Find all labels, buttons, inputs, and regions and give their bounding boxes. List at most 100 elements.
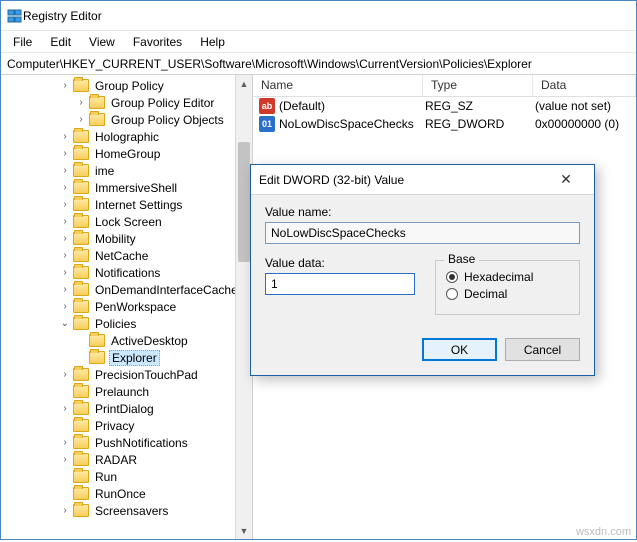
chevron-right-icon[interactable]: ›	[59, 148, 71, 160]
dialog-buttons: OK Cancel	[251, 338, 594, 375]
tree-item[interactable]: ›Group Policy Editor	[9, 94, 252, 111]
tree-item[interactable]: Privacy	[9, 417, 252, 434]
tree-item[interactable]: ›Notifications	[9, 264, 252, 281]
tree-item[interactable]: RunOnce	[9, 485, 252, 502]
base-fieldset: Base Hexadecimal Decimal	[435, 260, 580, 315]
chevron-right-icon[interactable]: ›	[59, 267, 71, 279]
tree-item[interactable]: ›Lock Screen	[9, 213, 252, 230]
chevron-right-icon[interactable]: ›	[59, 233, 71, 245]
tree-item[interactable]: ›Internet Settings	[9, 196, 252, 213]
tree-item-label: PrecisionTouchPad	[93, 368, 200, 382]
dialog-body: Value name: Value data: Base Hexadecimal…	[251, 195, 594, 338]
tree-item[interactable]: › HomeGroup	[9, 145, 252, 162]
scroll-down-icon[interactable]: ▼	[236, 522, 252, 539]
tree-item[interactable]: ⌄Policies	[9, 315, 252, 332]
folder-icon	[73, 232, 89, 245]
folder-icon	[89, 334, 105, 347]
chevron-right-icon[interactable]: ›	[59, 250, 71, 262]
tree-item[interactable]: Explorer	[9, 349, 252, 366]
menu-file[interactable]: File	[5, 33, 40, 51]
chevron-right-icon[interactable]: ›	[59, 403, 71, 415]
address-bar[interactable]: Computer\HKEY_CURRENT_USER\Software\Micr…	[1, 53, 636, 75]
tree-item-label: HomeGroup	[93, 147, 162, 161]
tree-item-label: Group Policy	[93, 79, 166, 93]
chevron-right-icon[interactable]: ›	[75, 97, 87, 109]
tree-item-label: Screensavers	[93, 504, 170, 518]
tree-view[interactable]: › Group Policy›Group Policy Editor›Group …	[1, 75, 253, 539]
tree-item[interactable]: ActiveDesktop	[9, 332, 252, 349]
tree-item[interactable]: ›PushNotifications	[9, 434, 252, 451]
tree-item-label: OnDemandInterfaceCache	[93, 283, 240, 297]
address-text: Computer\HKEY_CURRENT_USER\Software\Micr…	[7, 57, 532, 71]
radio-icon[interactable]	[446, 288, 458, 300]
ok-button[interactable]: OK	[422, 338, 497, 361]
folder-icon	[73, 419, 89, 432]
value-data: 0x00000000 (0)	[527, 117, 636, 131]
expander-none	[59, 471, 71, 483]
dialog-title: Edit DWORD (32-bit) Value	[259, 173, 404, 187]
chevron-right-icon[interactable]: ›	[59, 454, 71, 466]
chevron-right-icon[interactable]: ›	[75, 114, 87, 126]
tree-item-label: NetCache	[93, 249, 150, 263]
list-row[interactable]: NoLowDiscSpaceChecksREG_DWORD0x00000000 …	[253, 115, 636, 133]
scroll-thumb[interactable]	[238, 142, 250, 262]
chevron-right-icon[interactable]: ›	[59, 301, 71, 313]
chevron-right-icon[interactable]: ›	[59, 284, 71, 296]
col-name[interactable]: Name	[253, 75, 423, 96]
list-row[interactable]: (Default)REG_SZ(value not set)	[253, 97, 636, 115]
regedit-icon	[7, 8, 23, 24]
chevron-right-icon[interactable]: ›	[59, 437, 71, 449]
value-type: REG_DWORD	[417, 117, 527, 131]
tree-item[interactable]: Run	[9, 468, 252, 485]
chevron-down-icon[interactable]: ⌄	[59, 318, 71, 330]
chevron-right-icon[interactable]: ›	[59, 131, 71, 143]
menu-view[interactable]: View	[81, 33, 123, 51]
chevron-right-icon[interactable]: ›	[59, 199, 71, 211]
tree-item[interactable]: ›RADAR	[9, 451, 252, 468]
tree-item[interactable]: ›ime	[9, 162, 252, 179]
menu-help[interactable]: Help	[192, 33, 233, 51]
folder-icon	[73, 385, 89, 398]
value-data-field[interactable]	[265, 273, 415, 295]
chevron-right-icon[interactable]: ›	[59, 505, 71, 517]
menu-edit[interactable]: Edit	[42, 33, 79, 51]
value-name-field[interactable]	[265, 222, 580, 244]
folder-icon	[73, 283, 89, 296]
chevron-right-icon[interactable]: ›	[59, 216, 71, 228]
radio-decimal[interactable]: Decimal	[446, 287, 569, 301]
folder-icon	[89, 113, 105, 126]
scroll-up-icon[interactable]: ▲	[236, 75, 252, 92]
value-data: (value not set)	[527, 99, 636, 113]
tree-item[interactable]: ›Holographic	[9, 128, 252, 145]
tree-item[interactable]: › PenWorkspace	[9, 298, 252, 315]
radio-icon[interactable]	[446, 271, 458, 283]
tree-item-label: PenWorkspace	[93, 300, 178, 314]
tree-item-label: Run	[93, 470, 119, 484]
close-icon[interactable]: ✕	[546, 169, 586, 191]
col-type[interactable]: Type	[423, 75, 533, 96]
tree-item[interactable]: › Screensavers	[9, 502, 252, 519]
tree-item-label: Mobility	[93, 232, 138, 246]
expander-none	[59, 488, 71, 500]
tree-item[interactable]: ›ImmersiveShell	[9, 179, 252, 196]
tree-item[interactable]: › Group Policy	[9, 77, 252, 94]
radio-hexadecimal[interactable]: Hexadecimal	[446, 270, 569, 284]
tree-item-label: Explorer	[109, 350, 160, 366]
col-data[interactable]: Data	[533, 75, 636, 96]
tree-item[interactable]: › Mobility	[9, 230, 252, 247]
tree-item[interactable]: Prelaunch	[9, 383, 252, 400]
cancel-button[interactable]: Cancel	[505, 338, 580, 361]
tree-item[interactable]: › NetCache	[9, 247, 252, 264]
tree-item[interactable]: › PrecisionTouchPad	[9, 366, 252, 383]
chevron-right-icon[interactable]: ›	[59, 165, 71, 177]
tree-item[interactable]: ›Group Policy Objects	[9, 111, 252, 128]
chevron-right-icon[interactable]: ›	[59, 182, 71, 194]
window-title: Registry Editor	[23, 9, 102, 23]
tree-item[interactable]: › OnDemandInterfaceCache	[9, 281, 252, 298]
menu-favorites[interactable]: Favorites	[125, 33, 190, 51]
dialog-titlebar[interactable]: Edit DWORD (32-bit) Value ✕	[251, 165, 594, 195]
tree-item[interactable]: ›PrintDialog	[9, 400, 252, 417]
chevron-right-icon[interactable]: ›	[59, 80, 71, 92]
chevron-right-icon[interactable]: ›	[59, 369, 71, 381]
list-header[interactable]: Name Type Data	[253, 75, 636, 97]
